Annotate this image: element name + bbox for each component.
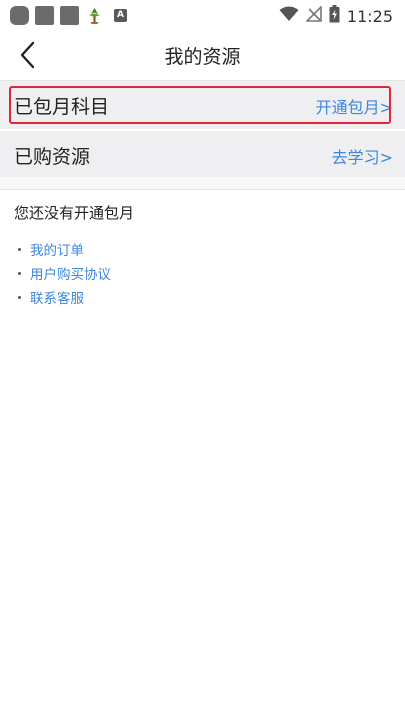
notification-app-icon xyxy=(60,6,79,25)
section-spacer xyxy=(0,177,405,189)
notification-app-icon xyxy=(35,6,54,25)
notification-app-icon xyxy=(10,6,29,25)
no-signal-icon xyxy=(304,5,322,26)
link-label: 我的订单 xyxy=(30,243,84,259)
app-header: 我的资源 xyxy=(0,30,405,80)
wifi-icon xyxy=(279,6,299,26)
purchased-resources-row[interactable]: 已购资源 去学习> xyxy=(0,131,405,177)
purchase-agreement-link[interactable]: 用户购买协议 xyxy=(18,261,111,285)
notification-icons: A xyxy=(10,6,127,25)
bullet-icon xyxy=(18,295,21,299)
status-bar: A 11:25 xyxy=(0,0,405,30)
section-divider xyxy=(0,189,405,190)
go-study-link[interactable]: 去学习> xyxy=(332,144,393,168)
bullet-icon xyxy=(18,247,21,251)
contact-support-link[interactable]: 联系客服 xyxy=(18,285,111,309)
monthly-subjects-label: 已包月科目 xyxy=(14,96,110,118)
monthly-subjects-row[interactable]: 已包月科目 开通包月> xyxy=(0,81,405,129)
clock: 11:25 xyxy=(346,6,393,26)
open-monthly-link[interactable]: 开通包月> xyxy=(316,94,393,118)
page-title: 我的资源 xyxy=(164,46,241,68)
plant-app-icon xyxy=(85,6,104,25)
no-subscription-notice: 您还没有开通包月 xyxy=(14,204,135,222)
a-icon: A xyxy=(114,9,127,22)
battery-charging-icon xyxy=(329,5,340,27)
help-links: 我的订单 用户购买协议 联系客服 xyxy=(18,237,111,309)
link-label: 联系客服 xyxy=(30,291,84,307)
bullet-icon xyxy=(18,271,21,275)
link-label: 用户购买协议 xyxy=(30,267,111,283)
purchased-resources-label: 已购资源 xyxy=(14,146,91,168)
my-orders-link[interactable]: 我的订单 xyxy=(18,237,111,261)
